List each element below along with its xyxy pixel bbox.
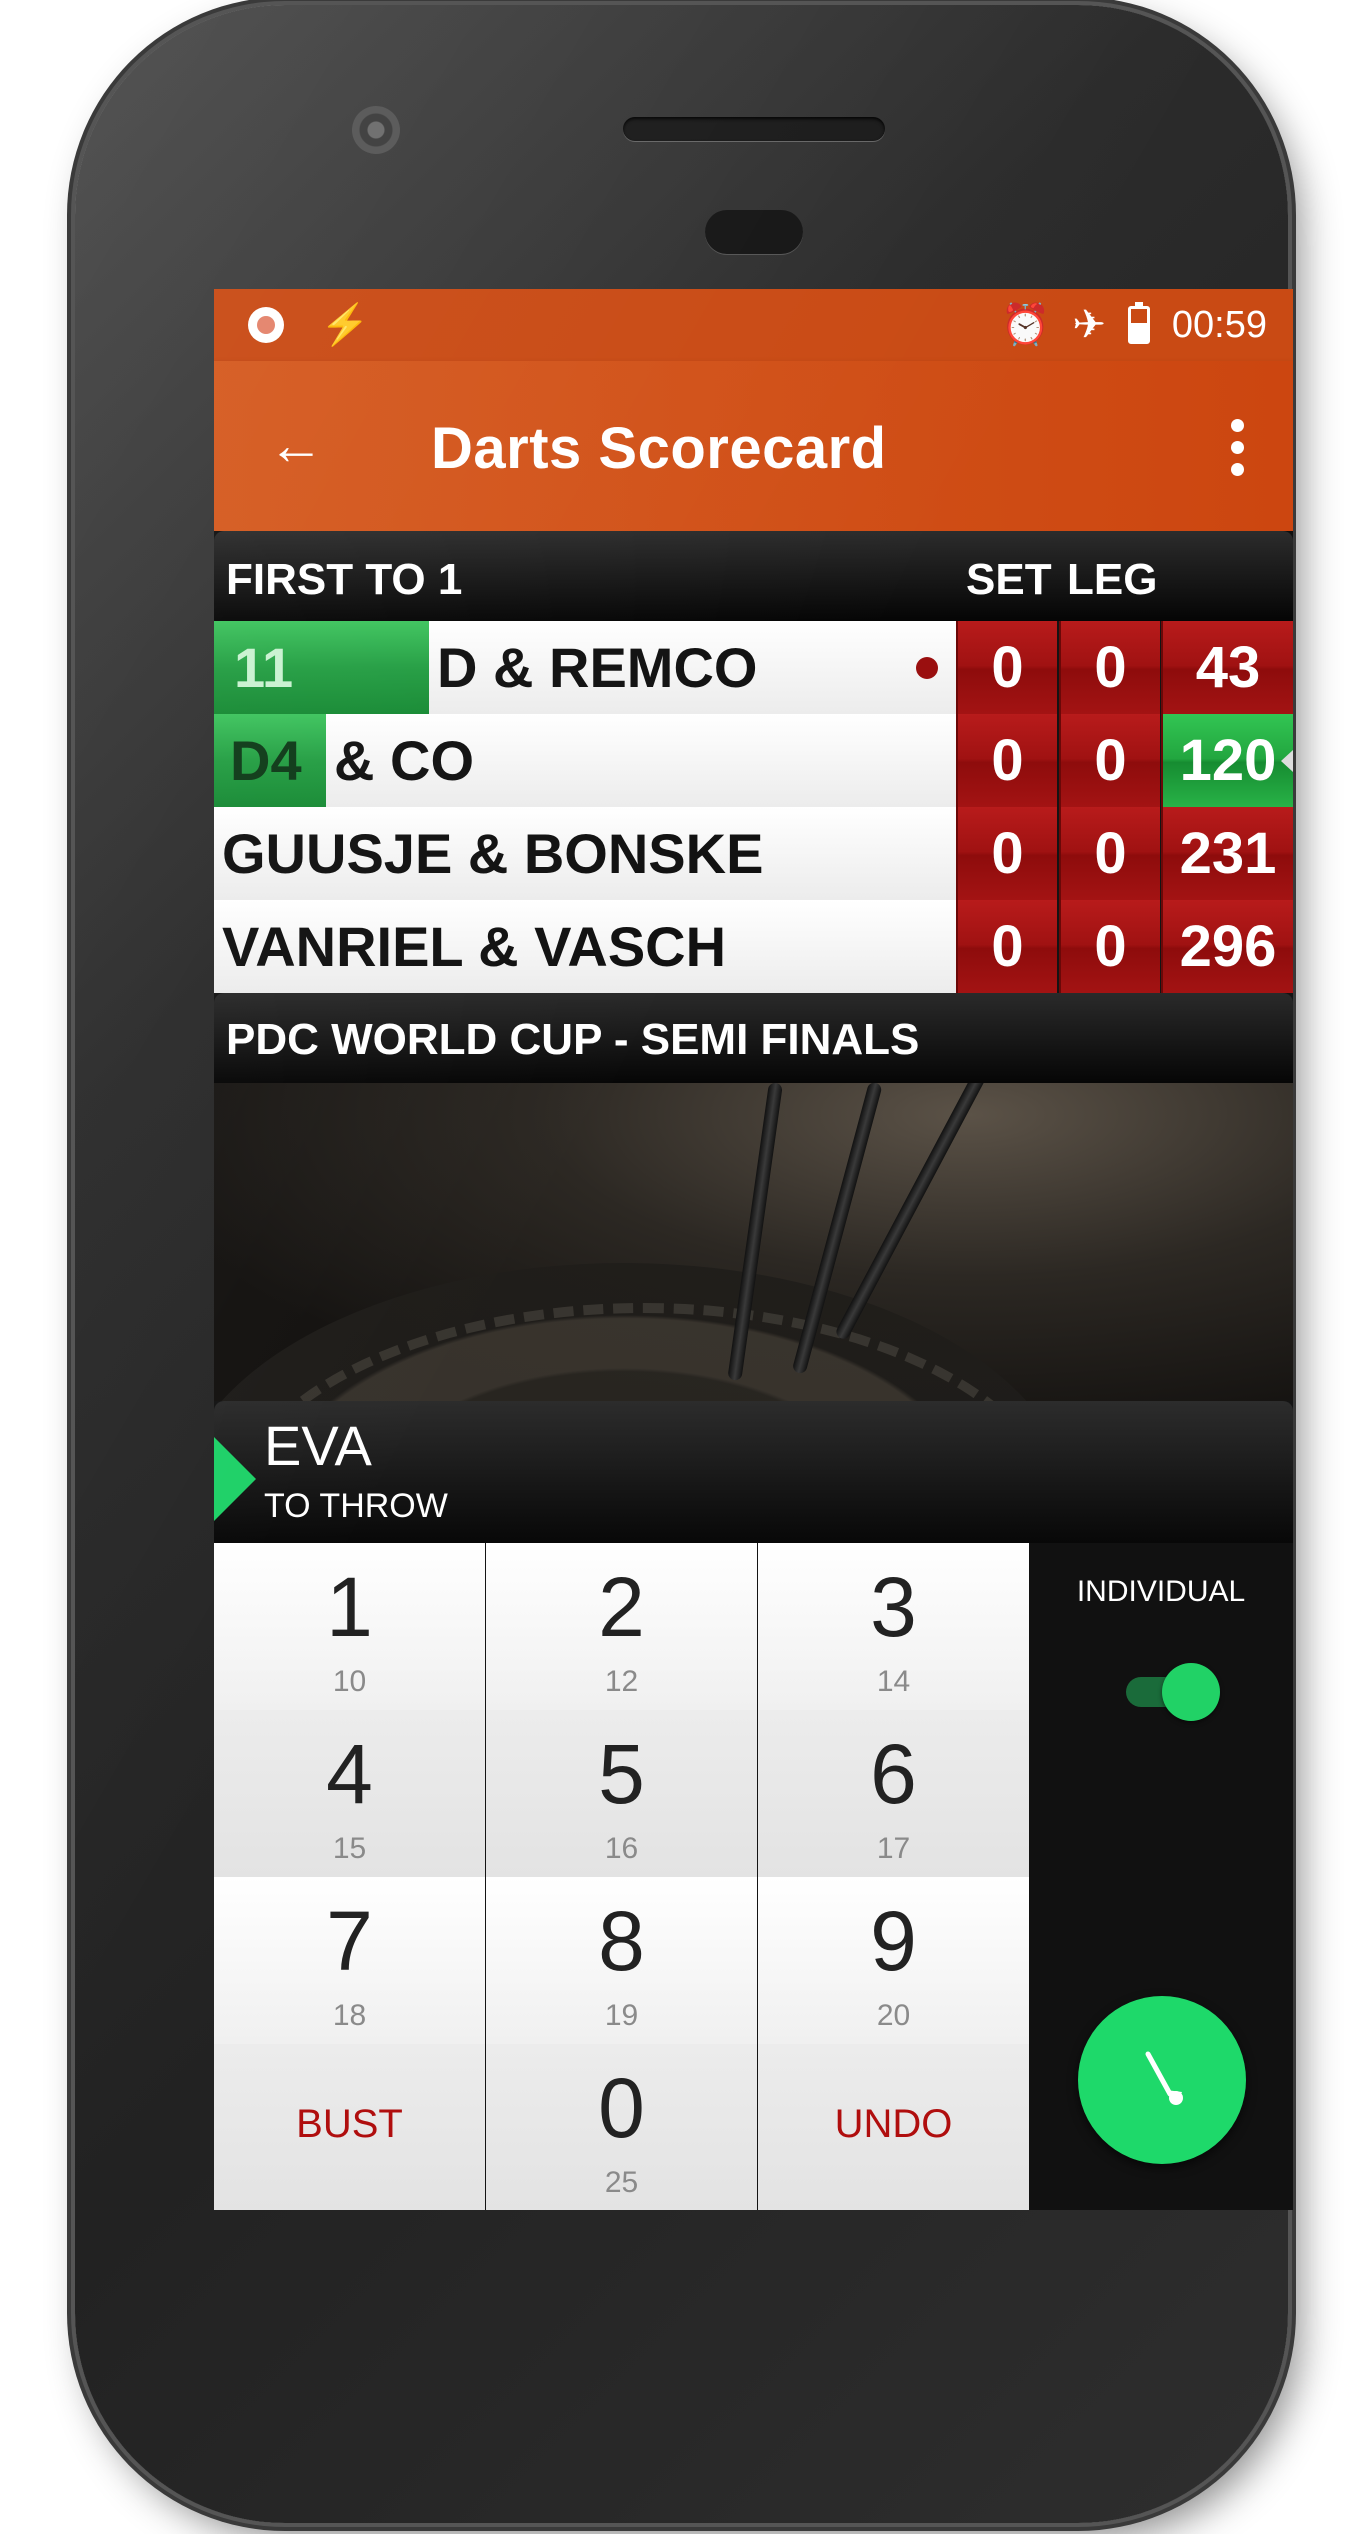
team-set: 0	[956, 900, 1057, 993]
key-number: 2	[598, 1560, 645, 1654]
alarm-icon: ⏰	[1000, 303, 1051, 347]
team-set: 0	[956, 621, 1057, 714]
front-camera	[352, 106, 400, 154]
key-7[interactable]: 7 18	[214, 1877, 485, 2044]
set-column-header: SET	[966, 555, 1052, 604]
individual-toggle[interactable]	[1126, 1663, 1220, 1721]
score-keypad: 1 10 2 12 3 14 4 15 5 16 6 17 7 18 8 19 …	[214, 1543, 1029, 2210]
team-points: 43	[1161, 621, 1293, 714]
key-number: 5	[598, 1727, 645, 1821]
leg-column-header: LEG	[1067, 555, 1158, 604]
key-3[interactable]: 3 14	[758, 1543, 1029, 1710]
current-player-bar: EVA TO THROW	[214, 1401, 1293, 1543]
status-bar: ⚡ ⏰ ✈ 00:59	[214, 289, 1293, 361]
key-sub-number: 19	[604, 1999, 639, 2032]
scoreboard-rows: D & REMCO 11 D16 0 0 43 & CO D4 0 0 120 …	[214, 621, 1293, 993]
record-icon	[248, 307, 284, 343]
throw-first-indicator	[916, 657, 938, 679]
more-vert-icon[interactable]	[1229, 419, 1245, 476]
status-time: 00:59	[1171, 303, 1267, 346]
key-number: 4	[326, 1727, 373, 1821]
key-number: 9	[870, 1894, 917, 1988]
key-number: 6	[870, 1727, 917, 1821]
key-sub-number: 18	[332, 1999, 367, 2032]
scoreboard-header: FIRST TO 1 SET LEG	[214, 531, 1293, 621]
undo-label: UNDO	[834, 2102, 953, 2146]
key-sub-number: 14	[876, 1665, 911, 1698]
app-bar: ← Darts Scorecard	[214, 361, 1293, 531]
key-number: 7	[326, 1894, 373, 1988]
key-sub-number: 20	[876, 1999, 911, 2032]
throw-dart-fab[interactable]	[1078, 1996, 1246, 2164]
key-0[interactable]: 0 25	[486, 2044, 757, 2210]
bust-button[interactable]: BUST	[214, 2044, 485, 2210]
key-number: 0	[598, 2061, 645, 2155]
key-5[interactable]: 5 16	[486, 1710, 757, 1877]
key-sub-number: 12	[604, 1665, 639, 1698]
checkout-badge: D4	[214, 714, 326, 807]
key-sub-number: 15	[332, 1832, 367, 1865]
team-leg: 0	[1059, 807, 1160, 900]
key-number: 8	[598, 1894, 645, 1988]
team-points: 296	[1161, 900, 1293, 993]
team-row[interactable]: GUUSJE & BONSKE 0 0 231	[214, 807, 1293, 900]
team-leg: 0	[1059, 714, 1160, 807]
earpiece-speaker	[623, 117, 885, 141]
match-format: FIRST TO 1	[226, 555, 463, 604]
key-sub-number: 10	[332, 1665, 367, 1698]
key-2[interactable]: 2 12	[486, 1543, 757, 1710]
app-screen: ⚡ ⏰ ✈ 00:59 ← Darts Scorecard FIRST TO 1…	[214, 289, 1293, 2210]
dart-icon	[1145, 2051, 1183, 2105]
team-leg: 0	[1059, 621, 1160, 714]
key-9[interactable]: 9 20	[758, 1877, 1029, 2044]
event-header: PDC WORLD CUP - SEMI FINALS	[214, 993, 1293, 1083]
team-set: 0	[956, 807, 1057, 900]
proximity-sensor	[705, 210, 803, 254]
key-4[interactable]: 4 15	[214, 1710, 485, 1877]
bust-label: BUST	[296, 2102, 403, 2146]
current-player-name: EVA	[264, 1414, 372, 1477]
key-sub-number: 25	[604, 2166, 639, 2199]
team-row[interactable]: D & REMCO 11 D16 0 0 43	[214, 621, 1293, 792]
side-panel: INDIVIDUAL	[1029, 1543, 1293, 2210]
team-points: 120	[1161, 714, 1293, 807]
key-6[interactable]: 6 17	[758, 1710, 1029, 1877]
key-1[interactable]: 1 10	[214, 1543, 485, 1710]
mode-label: INDIVIDUAL	[1076, 1575, 1246, 1608]
team-set: 0	[956, 714, 1057, 807]
phone-frame: ⚡ ⏰ ✈ 00:59 ← Darts Scorecard FIRST TO 1…	[75, 5, 1293, 2523]
key-number: 3	[870, 1560, 917, 1654]
checkout-badge: 11 D16	[214, 621, 429, 792]
current-player-status: TO THROW	[264, 1487, 448, 1525]
team-leg: 0	[1059, 900, 1160, 993]
battery-charging-icon	[1127, 302, 1150, 344]
turn-indicator-icon	[214, 1437, 256, 1521]
key-number: 1	[326, 1560, 373, 1654]
undo-button[interactable]: UNDO	[758, 2044, 1029, 2210]
app-title: Darts Scorecard	[431, 416, 887, 481]
team-row[interactable]: VANRIEL & VASCH 0 0 296	[214, 900, 1293, 993]
airplane-icon: ✈	[1072, 303, 1106, 347]
arrow-left-icon[interactable]: ←	[266, 417, 326, 477]
key-sub-number: 16	[604, 1832, 639, 1865]
toggle-thumb	[1162, 1663, 1220, 1721]
dart-shape	[833, 1083, 988, 1342]
flash-icon: ⚡	[320, 303, 370, 347]
key-8[interactable]: 8 19	[486, 1877, 757, 2044]
team-name: VANRIEL & VASCH	[214, 900, 956, 993]
team-name: GUUSJE & BONSKE	[214, 807, 956, 900]
key-sub-number: 17	[876, 1832, 911, 1865]
team-row[interactable]: & CO D4 0 0 120	[214, 714, 1293, 807]
event-title: PDC WORLD CUP - SEMI FINALS	[226, 1015, 920, 1064]
dartboard-banner-image	[214, 1083, 1293, 1401]
team-points: 231	[1161, 807, 1293, 900]
